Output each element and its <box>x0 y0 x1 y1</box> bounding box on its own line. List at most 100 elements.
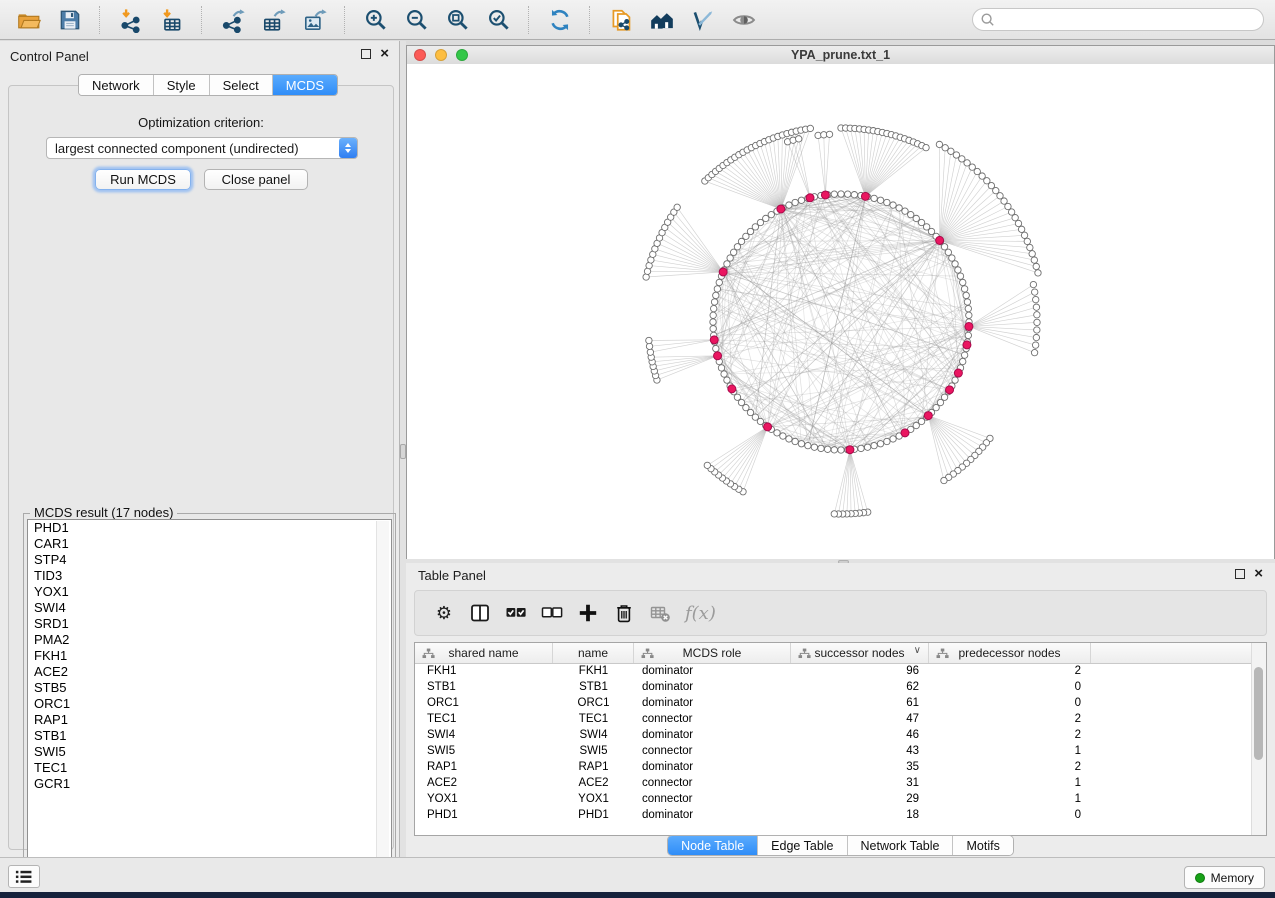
export-network-button[interactable] <box>212 3 253 37</box>
column-header-name[interactable]: name <box>553 643 634 663</box>
add-button[interactable] <box>573 598 603 628</box>
table-row[interactable]: RAP1RAP1dominator352 <box>415 759 1266 775</box>
leaf-node[interactable] <box>1034 312 1040 318</box>
mcds-hub-node[interactable] <box>846 446 854 454</box>
mcds-result-item[interactable]: YOX1 <box>28 584 391 600</box>
ring-node[interactable] <box>902 208 908 214</box>
leaf-node[interactable] <box>941 477 947 483</box>
ring-node[interactable] <box>831 191 837 197</box>
export-table-button[interactable] <box>253 3 294 37</box>
ring-node[interactable] <box>961 352 967 358</box>
tab-network-table[interactable]: Network Table <box>848 836 954 855</box>
float-table-panel-icon[interactable] <box>1235 569 1245 579</box>
mcds-result-item[interactable]: TEC1 <box>28 760 391 776</box>
close-panel-button[interactable]: Close panel <box>204 169 308 190</box>
ring-node[interactable] <box>711 299 717 305</box>
ring-node[interactable] <box>713 292 719 298</box>
mcds-result-item[interactable]: STB1 <box>28 728 391 744</box>
mcds-result-item[interactable]: PMA2 <box>28 632 391 648</box>
ring-node[interactable] <box>727 255 733 261</box>
mcds-hub-node[interactable] <box>777 205 785 213</box>
search-input[interactable] <box>999 12 1253 28</box>
ring-node[interactable] <box>831 447 837 453</box>
hide-style-button[interactable] <box>682 3 723 37</box>
mcds-hub-node[interactable] <box>806 194 814 202</box>
ring-node[interactable] <box>890 436 896 442</box>
ring-node[interactable] <box>805 442 811 448</box>
leaf-node[interactable] <box>1030 281 1036 287</box>
mcds-result-item[interactable]: SRD1 <box>28 616 391 632</box>
ring-node[interactable] <box>864 444 870 450</box>
close-panel-icon[interactable]: × <box>380 49 389 59</box>
zoom-fit-button[interactable] <box>437 3 478 37</box>
network-window-titlebar[interactable]: YPA_prune.txt_1 <box>407 46 1274 65</box>
ring-node[interactable] <box>858 445 864 451</box>
delete-button[interactable] <box>609 598 639 628</box>
table-row[interactable]: ORC1ORC1dominator610 <box>415 695 1266 711</box>
save-button[interactable] <box>49 3 90 37</box>
ring-node[interactable] <box>818 445 824 451</box>
leaf-node[interactable] <box>646 337 652 343</box>
ring-node[interactable] <box>963 292 969 298</box>
columns-button[interactable] <box>465 598 495 628</box>
leaf-node[interactable] <box>1034 327 1040 333</box>
ring-node[interactable] <box>949 255 955 261</box>
leaf-node[interactable] <box>1033 296 1039 302</box>
ring-node[interactable] <box>955 267 961 273</box>
mcds-hub-node[interactable] <box>710 336 718 344</box>
tab-edge-table[interactable]: Edge Table <box>758 836 847 855</box>
ring-node[interactable] <box>890 202 896 208</box>
ring-node[interactable] <box>721 371 727 377</box>
ring-node[interactable] <box>965 332 971 338</box>
mcds-result-item[interactable]: RAP1 <box>28 712 391 728</box>
mcds-result-item[interactable]: FKH1 <box>28 648 391 664</box>
optimization-select[interactable]: largest connected component (undirected) <box>46 137 358 159</box>
ring-node[interactable] <box>713 345 719 351</box>
ring-node[interactable] <box>838 447 844 453</box>
mcds-hub-node[interactable] <box>714 352 722 360</box>
table-row[interactable]: SWI4SWI4dominator462 <box>415 727 1266 743</box>
close-table-panel-icon[interactable]: × <box>1254 569 1263 579</box>
table-row[interactable]: PHD1PHD1dominator180 <box>415 807 1266 823</box>
leaf-node[interactable] <box>1033 334 1039 340</box>
mcds-hub-node[interactable] <box>946 386 954 394</box>
ring-node[interactable] <box>960 358 966 364</box>
ring-node[interactable] <box>964 299 970 305</box>
mcds-result-item[interactable]: SWI4 <box>28 600 391 616</box>
leaf-node[interactable] <box>1032 289 1038 295</box>
ring-node[interactable] <box>966 312 972 318</box>
tab-network[interactable]: Network <box>79 75 154 95</box>
leaf-node[interactable] <box>1033 263 1039 269</box>
mcds-hub-node[interactable] <box>728 385 736 393</box>
ring-node[interactable] <box>877 441 883 447</box>
leaf-node[interactable] <box>796 136 802 142</box>
mcds-hub-node[interactable] <box>963 341 971 349</box>
table-row[interactable]: ACE2ACE2connector311 <box>415 775 1266 791</box>
tab-mcds[interactable]: MCDS <box>273 75 337 95</box>
list-scrollbar-track[interactable] <box>376 521 389 880</box>
ring-node[interactable] <box>718 365 724 371</box>
tab-select[interactable]: Select <box>210 75 273 95</box>
mcds-result-item[interactable]: GCR1 <box>28 776 391 792</box>
leaf-node[interactable] <box>674 204 680 210</box>
refresh-button[interactable] <box>539 3 580 37</box>
task-history-button[interactable] <box>8 865 40 888</box>
leaf-node[interactable] <box>1031 257 1037 263</box>
ring-node[interactable] <box>710 312 716 318</box>
ring-node[interactable] <box>851 192 857 198</box>
tab-motifs[interactable]: Motifs <box>953 836 1012 855</box>
ring-node[interactable] <box>871 442 877 448</box>
ring-node[interactable] <box>710 319 716 325</box>
table-scrollbar-thumb[interactable] <box>1254 667 1263 760</box>
gear-button[interactable]: ⚙ <box>429 598 459 628</box>
mcds-hub-node[interactable] <box>954 369 962 377</box>
zoom-selected-button[interactable] <box>478 3 519 37</box>
leaf-node[interactable] <box>1012 214 1018 220</box>
network-canvas[interactable] <box>407 64 1274 559</box>
leaf-node[interactable] <box>1015 220 1021 226</box>
ring-node[interactable] <box>884 438 890 444</box>
mcds-hub-node[interactable] <box>764 423 772 431</box>
memory-button[interactable]: Memory <box>1184 866 1265 889</box>
ring-node[interactable] <box>786 202 792 208</box>
ring-node[interactable] <box>780 433 786 439</box>
